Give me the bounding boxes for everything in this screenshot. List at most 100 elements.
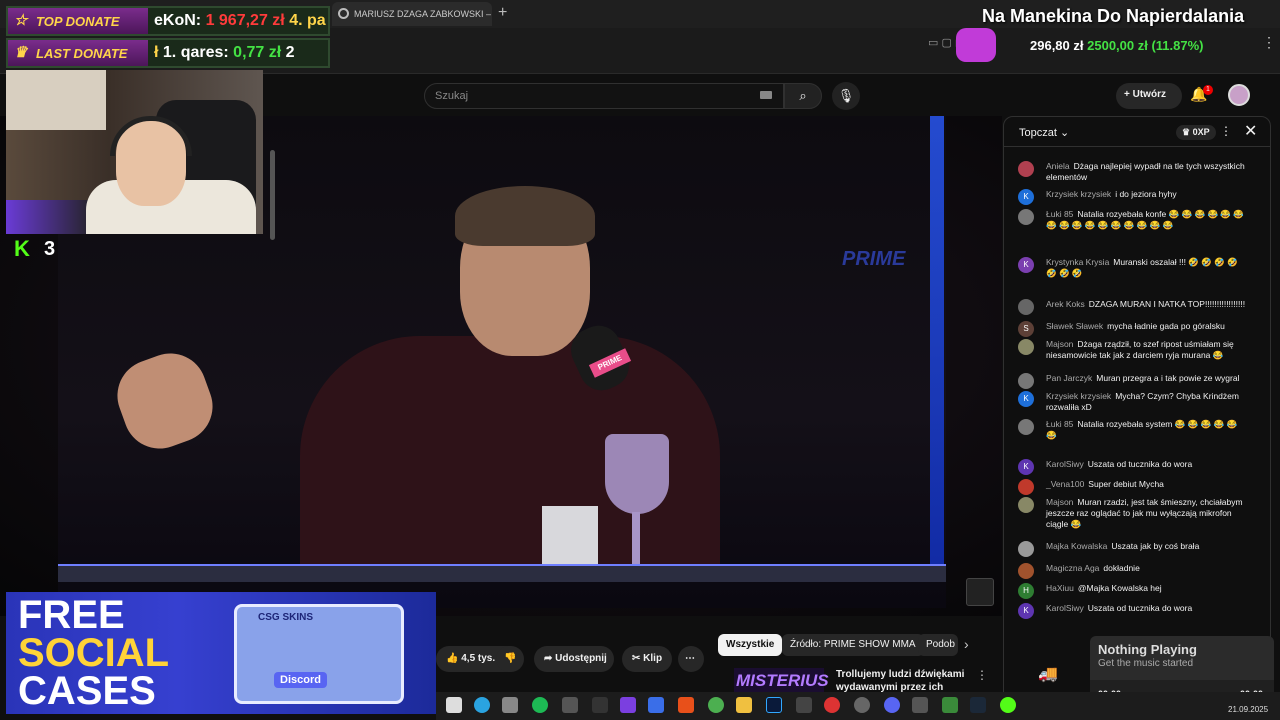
channel-watermark bbox=[966, 578, 994, 606]
camera-icon[interactable] bbox=[502, 697, 518, 713]
photoshop-icon[interactable] bbox=[766, 697, 782, 713]
close-icon[interactable]: ✕ bbox=[1244, 121, 1257, 141]
chip-all[interactable]: Wszystkie bbox=[718, 634, 783, 656]
app-icon[interactable] bbox=[592, 697, 608, 713]
chat-avatar[interactable] bbox=[1018, 161, 1034, 177]
chat-message: Pan Jarczyk Muran przegra a i tak powie z… bbox=[1018, 373, 1250, 389]
chat-avatar[interactable]: K bbox=[1018, 459, 1034, 475]
chat-avatar[interactable]: K bbox=[1018, 603, 1034, 619]
chat-xp-badge[interactable]: ♛ 0XP bbox=[1176, 125, 1216, 140]
voice-search-button[interactable]: 🎙 bbox=[832, 82, 860, 110]
folder-icon[interactable] bbox=[736, 697, 752, 713]
chat-message: Aniela Dżaga najlepiej wypadł na tle tych… bbox=[1018, 161, 1250, 183]
chat-text: Natalia rozyebała system 😂 😂 😂 😂 😂 😂 bbox=[1046, 419, 1238, 440]
chip-similar[interactable]: Podob bbox=[918, 634, 958, 656]
chip-source[interactable]: Źródło: PRIME SHOW MMA bbox=[782, 634, 924, 656]
chat-avatar[interactable] bbox=[1018, 339, 1034, 355]
chat-message-body: Arek Koks DZAGA MURAN I NATKA TOP!!!!!!!!… bbox=[1046, 299, 1250, 310]
telegram-icon[interactable] bbox=[474, 697, 490, 713]
app-icon[interactable] bbox=[796, 697, 812, 713]
speaker-hair bbox=[455, 186, 595, 246]
kick-logo: K bbox=[14, 236, 30, 261]
new-tab-button[interactable]: + bbox=[498, 4, 507, 22]
chat-author[interactable]: Majka Kowalska bbox=[1046, 541, 1107, 551]
search-button[interactable]: ⌕ bbox=[784, 83, 822, 109]
create-button[interactable]: + Utwórz bbox=[1116, 83, 1182, 109]
chat-avatar[interactable] bbox=[1018, 497, 1034, 513]
chat-author[interactable]: HaXiuu bbox=[1046, 583, 1074, 593]
chat-author[interactable]: Arek Koks bbox=[1046, 299, 1085, 309]
more-actions-button[interactable]: ⋯ bbox=[678, 646, 704, 672]
star-icon: ☆ bbox=[14, 12, 28, 29]
chat-message: Majson Dżaga rządził, to szef ripost uśmi… bbox=[1018, 339, 1250, 361]
chat-avatar[interactable] bbox=[1018, 479, 1034, 495]
chat-author[interactable]: KarolSiwy bbox=[1046, 459, 1084, 469]
chat-mode-dropdown[interactable]: Topczat ⌄ bbox=[1019, 126, 1069, 139]
keyboard-icon[interactable] bbox=[760, 91, 772, 99]
chat-avatar[interactable] bbox=[1018, 299, 1034, 315]
app-icon[interactable] bbox=[562, 697, 578, 713]
chat-author[interactable]: Sławek Sławek bbox=[1046, 321, 1103, 331]
thumbs-down-icon: 👎 bbox=[504, 653, 517, 664]
minecraft-icon[interactable] bbox=[942, 697, 958, 713]
chat-author[interactable]: Majson bbox=[1046, 497, 1073, 507]
clip-button[interactable]: ✂ Klip bbox=[622, 646, 672, 672]
chat-avatar[interactable] bbox=[1018, 541, 1034, 557]
chat-author[interactable]: Łuki 85 bbox=[1046, 419, 1073, 429]
chat-author[interactable]: Krzysiek krzysiek bbox=[1046, 391, 1111, 401]
case-box-label: CSG SKINS bbox=[258, 612, 314, 623]
chat-author[interactable]: Pan Jarczyk bbox=[1046, 373, 1092, 383]
chat-message-body: KarolSiwy Uszata od tucznika do wora bbox=[1046, 603, 1250, 614]
chat-avatar[interactable]: H bbox=[1018, 583, 1034, 599]
chat-avatar[interactable] bbox=[1018, 373, 1034, 389]
chrome-icon[interactable] bbox=[708, 697, 724, 713]
chat-avatar[interactable] bbox=[1018, 563, 1034, 579]
chat-avatar[interactable]: K bbox=[1018, 391, 1034, 407]
chat-author[interactable]: Majson bbox=[1046, 339, 1073, 349]
browser-menu-button[interactable]: ⋮ bbox=[1262, 34, 1276, 51]
app-icon[interactable] bbox=[912, 697, 928, 713]
steam-icon[interactable] bbox=[970, 697, 986, 713]
chat-message-body: Majka Kowalska Uszata jak by coś brała bbox=[1046, 541, 1250, 552]
app-icon[interactable] bbox=[854, 697, 870, 713]
chat-avatar[interactable] bbox=[1018, 209, 1034, 225]
spotify-icon[interactable] bbox=[532, 697, 548, 713]
discord-icon[interactable] bbox=[884, 697, 900, 713]
chat-avatar[interactable]: S bbox=[1018, 321, 1034, 337]
app-icon[interactable] bbox=[620, 697, 636, 713]
dislike-button[interactable]: 👎 bbox=[496, 646, 524, 672]
chat-author[interactable]: Krystynka Krysia bbox=[1046, 257, 1109, 267]
chat-header: Topczat ⌄ ♛ 0XP ⋮ ✕ bbox=[1004, 117, 1270, 147]
chat-author[interactable]: KarolSiwy bbox=[1046, 603, 1084, 613]
search-input[interactable]: Szukaj bbox=[424, 83, 784, 109]
chat-avatar[interactable]: K bbox=[1018, 257, 1034, 273]
music-subtitle: Get the music started bbox=[1098, 658, 1194, 669]
share-button[interactable]: ➦ Udostępnij bbox=[534, 646, 614, 672]
chat-message-body: Majson Dżaga rządził, to szef ripost uśmi… bbox=[1046, 339, 1250, 361]
chat-author[interactable]: Magiczna Aga bbox=[1046, 563, 1099, 573]
account-avatar[interactable] bbox=[1228, 84, 1250, 106]
chat-avatar[interactable]: K bbox=[1018, 189, 1034, 205]
chat-message-body: Krzysiek krzysiek i do jeziora hyhy bbox=[1046, 189, 1250, 200]
app-icon[interactable] bbox=[648, 697, 664, 713]
ad-line-2: SOCIAL bbox=[18, 631, 170, 675]
ad-banner[interactable]: FREE SOCIAL CASES CSG SKINS Discord bbox=[6, 592, 436, 714]
chat-message-body: Krzysiek krzysiek Mycha? Czym? Chyba Krin… bbox=[1046, 391, 1250, 413]
chat-author[interactable]: Krzysiek krzysiek bbox=[1046, 189, 1111, 199]
chat-text: Super debiut Mycha bbox=[1088, 479, 1164, 489]
app-icon[interactable] bbox=[824, 697, 840, 713]
chat-message-body: Pan Jarczyk Muran przegra a i tak powie z… bbox=[1046, 373, 1250, 384]
share-icon: ➦ bbox=[544, 653, 553, 664]
chevron-right-icon[interactable]: › bbox=[964, 636, 969, 652]
chat-scrollbar[interactable] bbox=[270, 150, 275, 240]
chat-author[interactable]: Aniela bbox=[1046, 161, 1070, 171]
chat-menu-button[interactable]: ⋮ bbox=[1220, 124, 1232, 138]
chat-avatar[interactable] bbox=[1018, 419, 1034, 435]
app-icon[interactable] bbox=[1000, 697, 1016, 713]
recommended-menu-button[interactable]: ⋮ bbox=[976, 668, 988, 682]
taskview-icon[interactable] bbox=[446, 697, 462, 713]
chat-author[interactable]: Łuki 85 bbox=[1046, 209, 1073, 219]
chat-author[interactable]: _Vena100 bbox=[1046, 479, 1084, 489]
brave-icon[interactable] bbox=[678, 697, 694, 713]
browser-tab[interactable]: MARIUSZ DZAGA ZABKOWSKI – Szuk bbox=[332, 2, 492, 26]
